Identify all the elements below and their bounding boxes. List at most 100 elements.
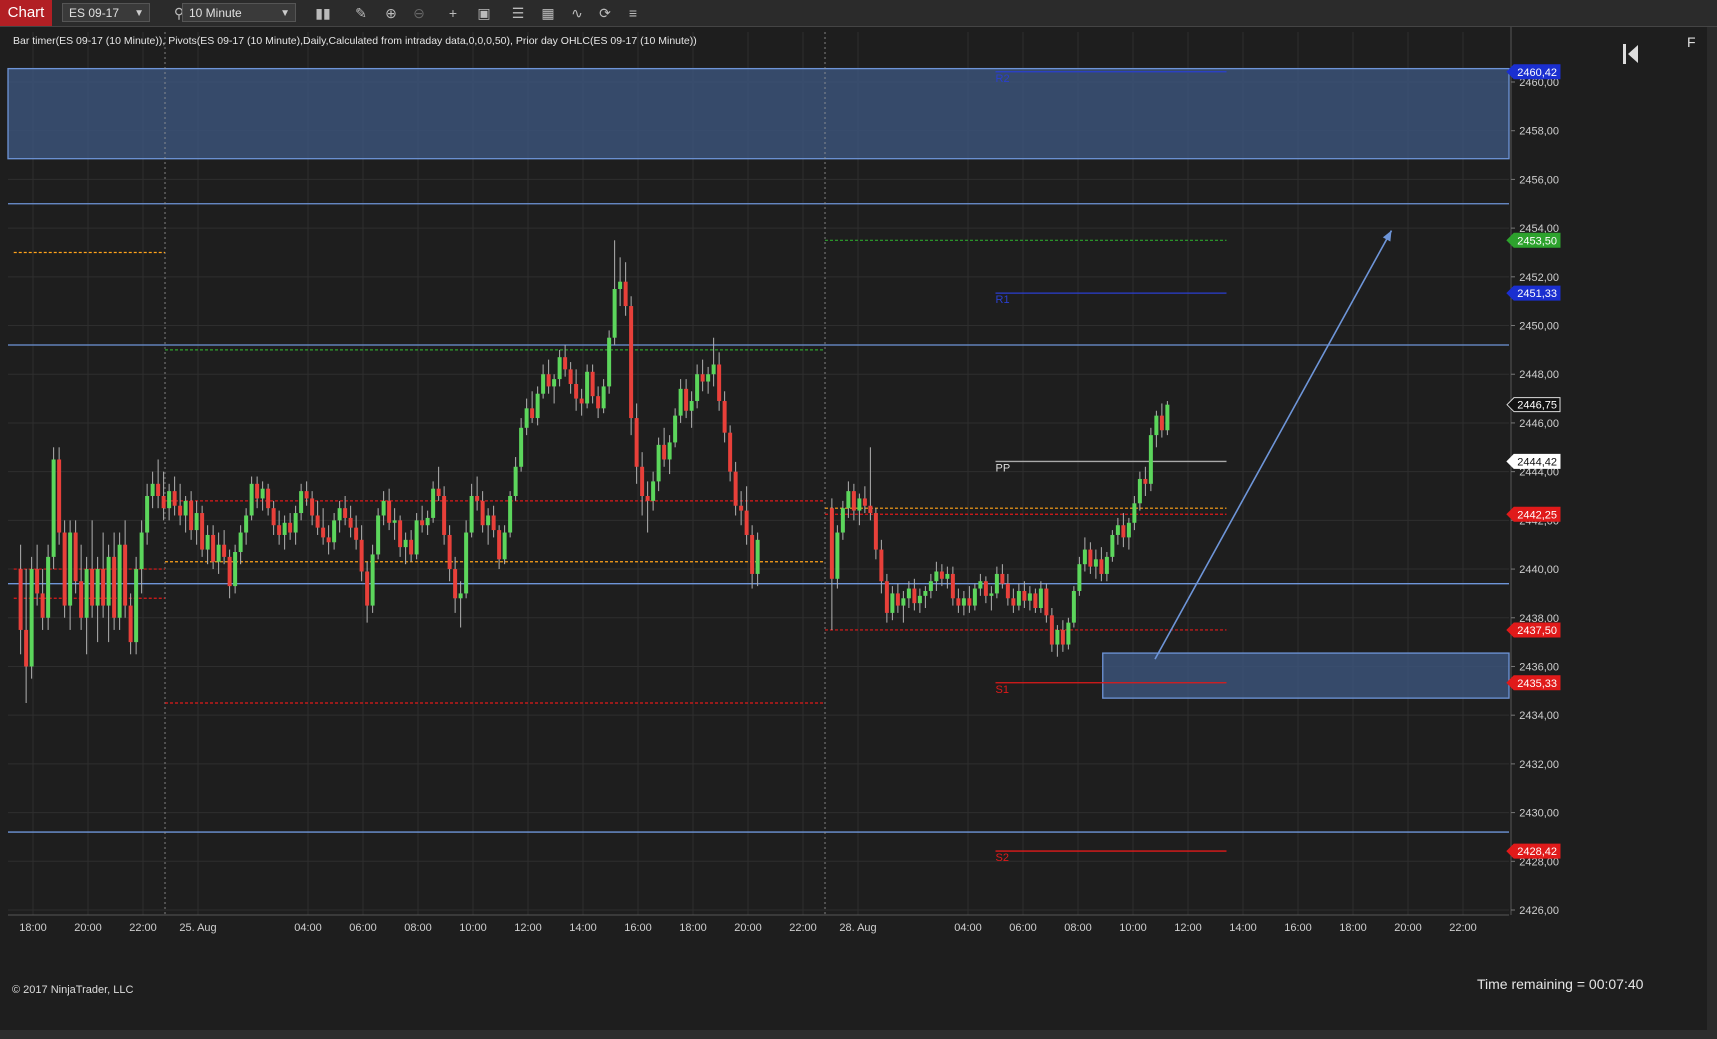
candle-down [574,383,579,399]
candle-up [1055,629,1060,645]
candle-down [568,369,573,384]
candle-up [755,539,760,574]
time-tick-label: 14:00 [569,922,597,934]
candle-up [260,488,265,499]
drawing-tools-icon[interactable]: ✎ [350,3,372,23]
candle-up [1071,590,1076,623]
price-tick-label: 2458,00 [1519,126,1559,138]
candle-up [1137,478,1142,504]
price-zone[interactable] [1102,652,1510,699]
candle-down [596,396,601,409]
candle-down [447,534,452,570]
candle-down [348,517,353,528]
panel-toggle[interactable]: F [1687,34,1696,50]
candle-down [590,371,595,397]
time-tick-label: 28. Aug [839,922,876,934]
pivot-label: R2 [996,73,1010,85]
snapshot-icon[interactable]: ▣ [473,3,495,23]
zoom-out-icon[interactable]: ⊖ [408,3,430,23]
candle-down [354,527,359,540]
candle-up [928,581,933,591]
horizontal-scrollbar[interactable] [0,1030,1717,1039]
candle-down [491,515,496,531]
candle-down [662,444,667,460]
candle-up [95,569,100,606]
price-chart[interactable]: R2R1PPS1S22460,002458,002456,002454,0024… [0,27,1717,1030]
candle-up [205,534,210,550]
candle-down [156,483,161,496]
time-tick-label: 18:00 [19,922,47,934]
candle-down [227,556,232,587]
data-box-icon[interactable]: ☰ [507,3,529,23]
candle-down [343,508,348,518]
reload-icon[interactable]: ⟳ [594,3,616,23]
chart-properties-icon[interactable]: ▦ [537,3,559,23]
candle-up [337,508,342,521]
candle-up [1126,522,1131,538]
candle-down [717,364,722,402]
time-tick-label: 16:00 [624,922,652,934]
candle-up [117,544,122,618]
candle-up [524,408,529,428]
candle-down [579,398,584,404]
candle-up [656,444,661,482]
indicators-list-icon[interactable]: ≡ [622,3,644,23]
candle-up [106,556,111,606]
candle-down [266,488,271,509]
strategies-icon[interactable]: ∿ [566,3,588,23]
candle-up [612,289,617,338]
crosshair-icon[interactable]: + [442,3,464,23]
candle-up [1077,564,1082,591]
scroll-end-icon[interactable] [1623,44,1626,64]
candle-up [458,593,463,599]
candle-down [1159,415,1164,431]
bar-type-icon[interactable]: ▮▮ [312,3,334,23]
candle-up [1093,559,1098,567]
chart-tab[interactable]: Chart [0,0,52,26]
pivot-label: R1 [996,294,1010,306]
zoom-in-icon[interactable]: ⊕ [380,3,402,23]
candle-up [557,357,562,380]
candle-down [211,534,216,562]
candle-down [563,357,568,370]
candle-up [673,415,678,443]
candle-down [645,496,650,501]
right-edge-strip [1707,27,1717,1030]
time-tick-label: 06:00 [1009,922,1037,934]
candle-up [332,520,337,543]
time-tick-label: 16:00 [1284,922,1312,934]
candle-down [90,569,95,606]
candle-down [1044,588,1049,616]
candle-down [359,539,364,572]
instrument-selector[interactable]: ES 09-17 ▼ [62,3,150,22]
candle-up [961,598,966,606]
candle-down [1022,590,1027,601]
price-badge-label: 2444,42 [1517,456,1557,468]
interval-selector[interactable]: 10 Minute ▼ [182,3,296,22]
chevron-down-icon: ▼ [280,8,290,19]
candle-down [744,510,749,535]
interval-value: 10 Minute [189,6,242,20]
candle-down [967,598,972,606]
price-zone[interactable] [7,67,1510,160]
candle-down [1099,559,1104,574]
candle-up [282,522,287,535]
time-tick-label: 04:00 [954,922,982,934]
candle-down [1121,525,1126,538]
candle-up [678,388,683,416]
candle-down [862,498,867,506]
candle-down [956,598,961,606]
candle-up [464,532,469,594]
candle-up [917,595,922,604]
candle-up [68,532,73,606]
candle-up [46,556,51,618]
price-badge-label: 2451,33 [1517,288,1557,300]
candle-up [425,517,430,526]
pivot-label: S1 [996,684,1009,696]
candle-down [623,281,628,307]
candle-down [18,569,23,630]
candle-up [299,491,304,514]
candle-up [934,571,939,582]
candle-down [24,629,29,667]
candle-up [519,427,524,467]
